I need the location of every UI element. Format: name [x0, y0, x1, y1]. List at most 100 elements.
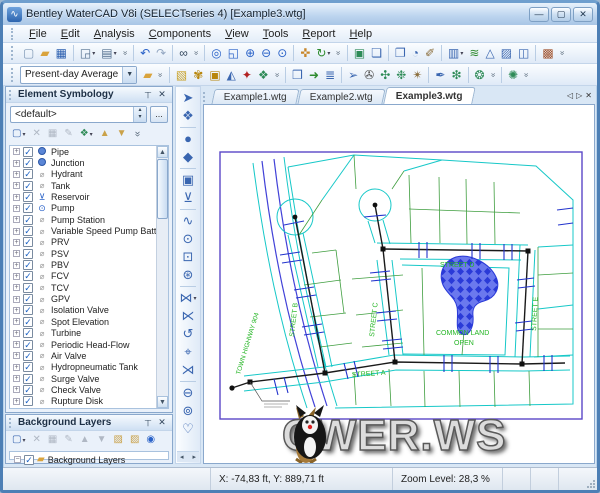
menu-report[interactable]: Report	[295, 26, 342, 42]
spinner-icon[interactable]: ▴ ▾	[133, 107, 146, 122]
symbology-checkbox[interactable]: ✓	[23, 396, 33, 407]
scroll-down-icon[interactable]: ▼	[157, 396, 168, 408]
demand-control-center-icon[interactable]: ▣	[207, 66, 222, 84]
expand-icon[interactable]: +	[13, 397, 20, 405]
symbology-checkbox[interactable]: ✓	[23, 316, 33, 327]
select-by-attribute-icon[interactable]: ➢	[346, 66, 360, 84]
symbology-item-psv[interactable]: + ✓ ⌀ PSV	[10, 248, 168, 259]
dropdown-arrow-icon[interactable]: ▾	[22, 131, 25, 138]
tab-example1-wtg[interactable]: Example1.wtg	[211, 89, 300, 104]
validate-icon[interactable]: ➜	[307, 66, 321, 84]
toolbar-overflow-icon[interactable]: »	[192, 44, 201, 62]
maximize-button[interactable]: ▢	[551, 6, 571, 22]
tab-example3-wtg[interactable]: Example3.wtg	[382, 87, 476, 104]
layout-tools-icon[interactable]: ❖	[180, 107, 196, 125]
duplicate-symbology-icon[interactable]: ▦	[46, 126, 59, 142]
toolbar-overflow-icon[interactable]: »	[131, 126, 142, 142]
toolbar-overflow-icon[interactable]: »	[522, 66, 531, 84]
new-layer-icon[interactable]: ▢ ▾	[10, 432, 27, 448]
symbology-checkbox[interactable]: ✓	[23, 214, 33, 225]
tab-scroll-left-icon[interactable]: ◁	[567, 91, 573, 100]
zoom-previous-icon[interactable]: ⊙	[275, 44, 289, 62]
layers-icon[interactable]: ❏	[369, 44, 384, 62]
contour-icon[interactable]: ▨	[499, 44, 514, 62]
symbology-checkbox[interactable]: ✓	[23, 226, 33, 237]
minimize-button[interactable]: —	[529, 6, 549, 22]
menu-components[interactable]: Components	[142, 26, 218, 42]
symbology-item-junction[interactable]: + ✓ Junction	[10, 157, 168, 169]
expand-icon[interactable]: +	[13, 363, 20, 371]
pin-icon[interactable]: ⊥	[141, 416, 155, 429]
symbology-preset-select[interactable]: <default> ▴ ▾	[10, 106, 147, 123]
new-symbology-icon[interactable]: ▢ ▾	[10, 126, 27, 142]
dropdown-arrow-icon[interactable]: ▾	[193, 295, 196, 302]
hydrant-tool-icon[interactable]: ◆	[181, 148, 195, 166]
symbology-item-air-valve[interactable]: + ✓ ⌀ Air Valve	[10, 350, 168, 361]
flextable-icon[interactable]: ▥ ▾	[446, 44, 465, 62]
toolbar-overflow-icon[interactable]: »	[558, 44, 567, 62]
symbology-checkbox[interactable]: ✓	[23, 373, 33, 384]
pump-tool-icon[interactable]: ⊙	[181, 230, 196, 248]
flextable-manager-icon[interactable]: ❐	[393, 44, 408, 62]
scrollbar-thumb[interactable]	[157, 159, 168, 219]
color-coding-icon[interactable]: ❖ ▾	[78, 126, 95, 142]
toolbar-overflow-icon[interactable]: »	[489, 66, 498, 84]
dropdown-arrow-icon[interactable]: ▾	[90, 131, 93, 138]
menu-help[interactable]: Help	[342, 26, 379, 42]
scroll-left-icon[interactable]: ◂	[177, 452, 187, 462]
symbology-checkbox[interactable]: ✓	[23, 305, 33, 316]
expand-icon[interactable]: +	[13, 227, 20, 235]
variable-speed-pump-tool-icon[interactable]: ⊛	[181, 266, 196, 284]
open-icon[interactable]: ▰	[38, 44, 51, 62]
symbology-checkbox[interactable]: ✓	[23, 146, 33, 157]
symbology-item-variable-speed-pump-battery[interactable]: + ✓ ⌀ Variable Speed Pump Battery	[10, 225, 168, 237]
new-folder-icon[interactable]: ▧	[112, 432, 125, 448]
symbology-checkbox[interactable]: ✓	[23, 362, 33, 373]
thematic-map-icon[interactable]: ❇	[449, 66, 463, 84]
move-up-icon[interactable]: ▲	[98, 126, 112, 142]
network-navigator-icon[interactable]: ✒	[433, 66, 447, 84]
surge-tank-tool-icon[interactable]: ⊖	[181, 384, 196, 402]
energy-cost-icon[interactable]: ✦	[240, 66, 254, 84]
tab-scroll-right-icon[interactable]: ▷	[576, 91, 582, 100]
expand-icon[interactable]: +	[13, 284, 20, 292]
symbology-checkbox[interactable]: ✓	[23, 237, 33, 248]
toolbar-overflow-icon[interactable]: »	[121, 44, 130, 62]
delete-layer-icon[interactable]: ✕	[30, 432, 42, 448]
delete-symbology-icon[interactable]: ✕	[30, 126, 42, 142]
symbology-checkbox[interactable]: ✓	[23, 169, 33, 180]
turbine-tool-icon[interactable]: ↺	[181, 325, 196, 343]
scroll-up-icon[interactable]: ▲	[157, 146, 168, 158]
expand-icon[interactable]: +	[13, 261, 20, 269]
expand-icon[interactable]: +	[13, 148, 20, 156]
symbology-item-pump-station[interactable]: + ✓ ⌀ Pump Station	[10, 214, 168, 225]
symbology-checkbox[interactable]: ✓	[23, 350, 33, 361]
valve-tool-icon[interactable]: ⋈ ▾	[177, 289, 198, 307]
symbology-scrollbar[interactable]: ▲ ▼	[156, 146, 168, 408]
expand-icon[interactable]: +	[13, 318, 20, 326]
dropdown-arrow-icon[interactable]: ▾	[92, 50, 95, 57]
background-layers-root-row[interactable]: − ✓ ▰ Background Layers	[10, 453, 168, 466]
symbology-item-turbine[interactable]: + ✓ ⌀ Turbine	[10, 328, 168, 339]
terrain-extractor-icon[interactable]: ✴	[410, 66, 424, 84]
symbology-item-spot-elevation[interactable]: + ✓ ⌀ Spot Elevation	[10, 316, 168, 327]
symbology-item-periodic-head-flow[interactable]: + ✓ ⌀ Periodic Head-Flow	[10, 339, 168, 350]
print-preview-icon[interactable]: ◲ ▾	[78, 44, 97, 62]
layout-toolbar-scroller[interactable]: ◂ ▸	[177, 451, 199, 462]
symbology-checkbox[interactable]: ✓	[23, 294, 33, 305]
find-element-icon[interactable]: ✐	[423, 44, 437, 62]
toolbar-overflow-icon[interactable]: »	[273, 66, 282, 84]
undo-icon[interactable]: ↶	[138, 44, 152, 62]
edit-symbology-icon[interactable]: ✎	[62, 126, 74, 142]
symbology-checkbox[interactable]: ✓	[23, 248, 33, 259]
expand-icon[interactable]: +	[13, 159, 20, 167]
expand-icon[interactable]: +	[13, 295, 20, 303]
unit-demands-icon[interactable]: ◭	[225, 66, 238, 84]
symbology-item-isolation-valve[interactable]: + ✓ ⌀ Isolation Valve	[10, 305, 168, 316]
symbology-item-tcv[interactable]: + ✓ ⌀ TCV	[10, 282, 168, 293]
expand-icon[interactable]: +	[13, 238, 20, 246]
symbology-checkbox[interactable]: ✓	[23, 192, 33, 203]
external-tools-icon[interactable]: ✇	[362, 66, 376, 84]
symbology-item-tank[interactable]: + ✓ ⌀ Tank	[10, 180, 168, 191]
zoom-in-icon[interactable]: ⊕	[243, 44, 257, 62]
